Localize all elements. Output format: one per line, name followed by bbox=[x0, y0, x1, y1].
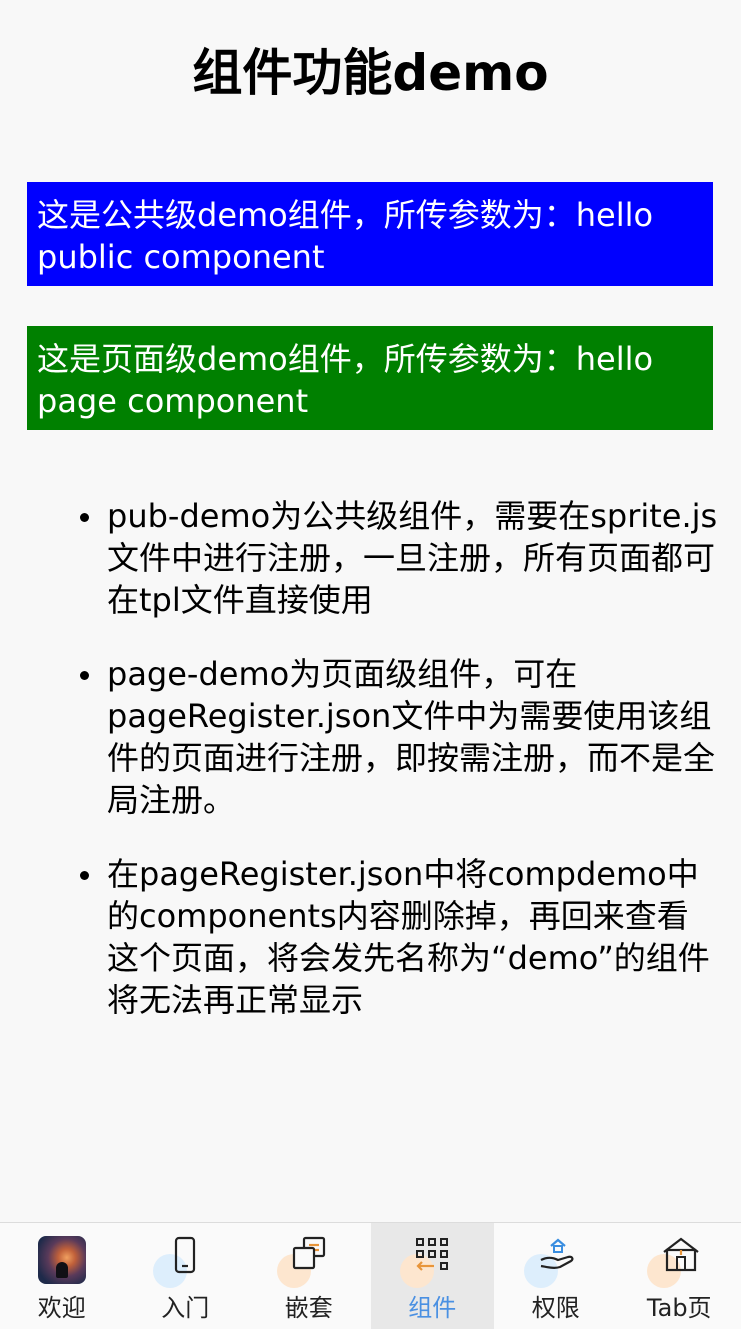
tab-label: 嵌套 bbox=[285, 1293, 333, 1323]
public-demo-component: 这是公共级demo组件，所传参数为：hello public component bbox=[27, 182, 713, 286]
list-item: 在pageRegister.json中将compdemo中的components… bbox=[80, 853, 720, 1021]
grid-icon bbox=[408, 1236, 456, 1284]
note-text: 在pageRegister.json中将compdemo中的components… bbox=[107, 855, 710, 1019]
list-item: pub-demo为公共级组件，需要在sprite.js文件中进行注册，一旦注册，… bbox=[80, 495, 720, 621]
tab-getting-started[interactable]: 入门 bbox=[124, 1223, 248, 1329]
page-title: 组件功能demo bbox=[0, 38, 741, 108]
tab-nesting[interactable]: 嵌套 bbox=[247, 1223, 371, 1329]
tab-bar: 欢迎 入门 嵌套 bbox=[0, 1222, 741, 1329]
tab-label: Tab页 bbox=[647, 1293, 712, 1323]
note-text: pub-demo为公共级组件，需要在sprite.js文件中进行注册，一旦注册，… bbox=[107, 497, 717, 619]
avatar-icon bbox=[38, 1236, 86, 1284]
phone-icon bbox=[161, 1236, 209, 1284]
notes-list: pub-demo为公共级组件，需要在sprite.js文件中进行注册，一旦注册，… bbox=[80, 495, 720, 1053]
hand-home-icon bbox=[532, 1236, 580, 1284]
house-icon bbox=[655, 1236, 703, 1284]
bullet-icon bbox=[80, 513, 89, 522]
page-demo-component: 这是页面级demo组件，所传参数为：hello page component bbox=[27, 326, 713, 430]
bullet-icon bbox=[80, 671, 89, 680]
tab-label: 权限 bbox=[532, 1293, 580, 1323]
tab-permissions[interactable]: 权限 bbox=[494, 1223, 618, 1329]
tab-label: 入门 bbox=[161, 1293, 209, 1323]
bullet-icon bbox=[80, 871, 89, 880]
tab-label: 组件 bbox=[408, 1293, 456, 1323]
tab-welcome[interactable]: 欢迎 bbox=[0, 1223, 124, 1329]
windows-icon bbox=[285, 1236, 333, 1284]
tab-label: 欢迎 bbox=[38, 1293, 86, 1323]
tab-components[interactable]: 组件 bbox=[371, 1223, 495, 1329]
tab-tab-page[interactable]: Tab页 bbox=[618, 1223, 741, 1329]
note-text: page-demo为页面级组件，可在pageRegister.json文件中为需… bbox=[107, 655, 715, 819]
list-item: page-demo为页面级组件，可在pageRegister.json文件中为需… bbox=[80, 653, 720, 821]
